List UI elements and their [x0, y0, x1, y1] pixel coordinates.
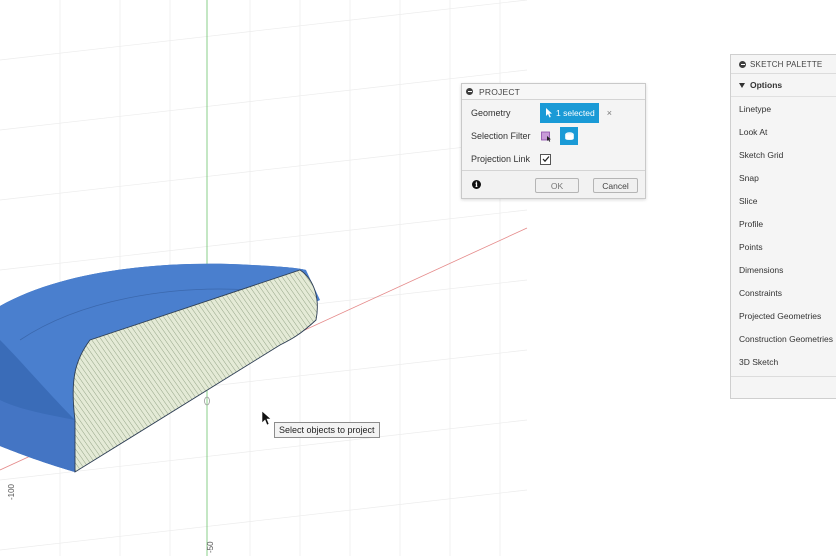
geometry-row: Geometry 1 selected × [471, 103, 612, 123]
palette-item-dimensions[interactable]: Dimensions [731, 258, 836, 281]
palette-header[interactable]: SKETCH PALETTE [731, 55, 836, 74]
select-objects-tooltip: Select objects to project [274, 422, 380, 438]
selection-filter-label: Selection Filter [471, 131, 531, 141]
checkmark-icon [542, 156, 549, 163]
collapse-icon[interactable] [466, 88, 473, 95]
palette-item-profile[interactable]: Profile [731, 212, 836, 235]
dialog-header[interactable]: PROJECT [462, 84, 645, 100]
clear-selection-icon[interactable]: × [607, 108, 612, 118]
palette-item-look-at[interactable]: Look At [731, 120, 836, 143]
half-cylinder-body[interactable] [0, 263, 320, 473]
dialog-title: PROJECT [479, 86, 521, 97]
palette-item-points[interactable]: Points [731, 235, 836, 258]
palette-item-linetype[interactable]: Linetype [731, 97, 836, 120]
palette-item-snap[interactable]: Snap [731, 166, 836, 189]
projection-link-row: Projection Link [471, 149, 551, 169]
palette-item-constraints[interactable]: Constraints [731, 281, 836, 304]
palette-item-3d-sketch[interactable]: 3D Sketch [731, 350, 836, 373]
palette-title: SKETCH PALETTE [750, 59, 823, 69]
cancel-button[interactable]: Cancel [593, 178, 638, 193]
face-filter-icon[interactable] [540, 130, 552, 142]
selection-filter-row: Selection Filter [471, 126, 578, 146]
axis-label-left: -100 [7, 483, 16, 500]
sketch-palette: SKETCH PALETTE Options Linetype Look At … [730, 54, 836, 399]
project-dialog: PROJECT Geometry 1 selected × Selection … [461, 83, 646, 199]
projection-link-checkbox[interactable] [540, 153, 551, 165]
select-arrow-icon [546, 108, 552, 118]
body-filter-icon [564, 131, 574, 140]
palette-divider [731, 376, 836, 377]
3d-viewport[interactable]: -100 -50 [0, 0, 836, 556]
palette-item-construction-geometries[interactable]: Construction Geometries [731, 327, 836, 350]
geometry-selection-count: 1 selected [556, 108, 595, 118]
dialog-footer: i OK Cancel [462, 170, 645, 198]
projection-link-label: Projection Link [471, 154, 531, 164]
expand-triangle-icon [739, 82, 745, 88]
palette-item-projected-geometries[interactable]: Projected Geometries [731, 304, 836, 327]
mouse-cursor-icon [261, 410, 272, 426]
options-section-toggle[interactable]: Options [731, 74, 836, 97]
ok-button[interactable]: OK [535, 178, 579, 193]
options-label: Options [750, 80, 783, 90]
info-icon[interactable]: i [472, 180, 481, 189]
geometry-selection-button[interactable]: 1 selected [540, 103, 599, 123]
axis-label-bottom: -50 [206, 541, 215, 553]
palette-collapse-icon[interactable] [739, 60, 746, 68]
palette-item-slice[interactable]: Slice [731, 189, 836, 212]
palette-item-sketch-grid[interactable]: Sketch Grid [731, 143, 836, 166]
body-filter-button[interactable] [560, 127, 578, 145]
geometry-label: Geometry [471, 108, 511, 118]
